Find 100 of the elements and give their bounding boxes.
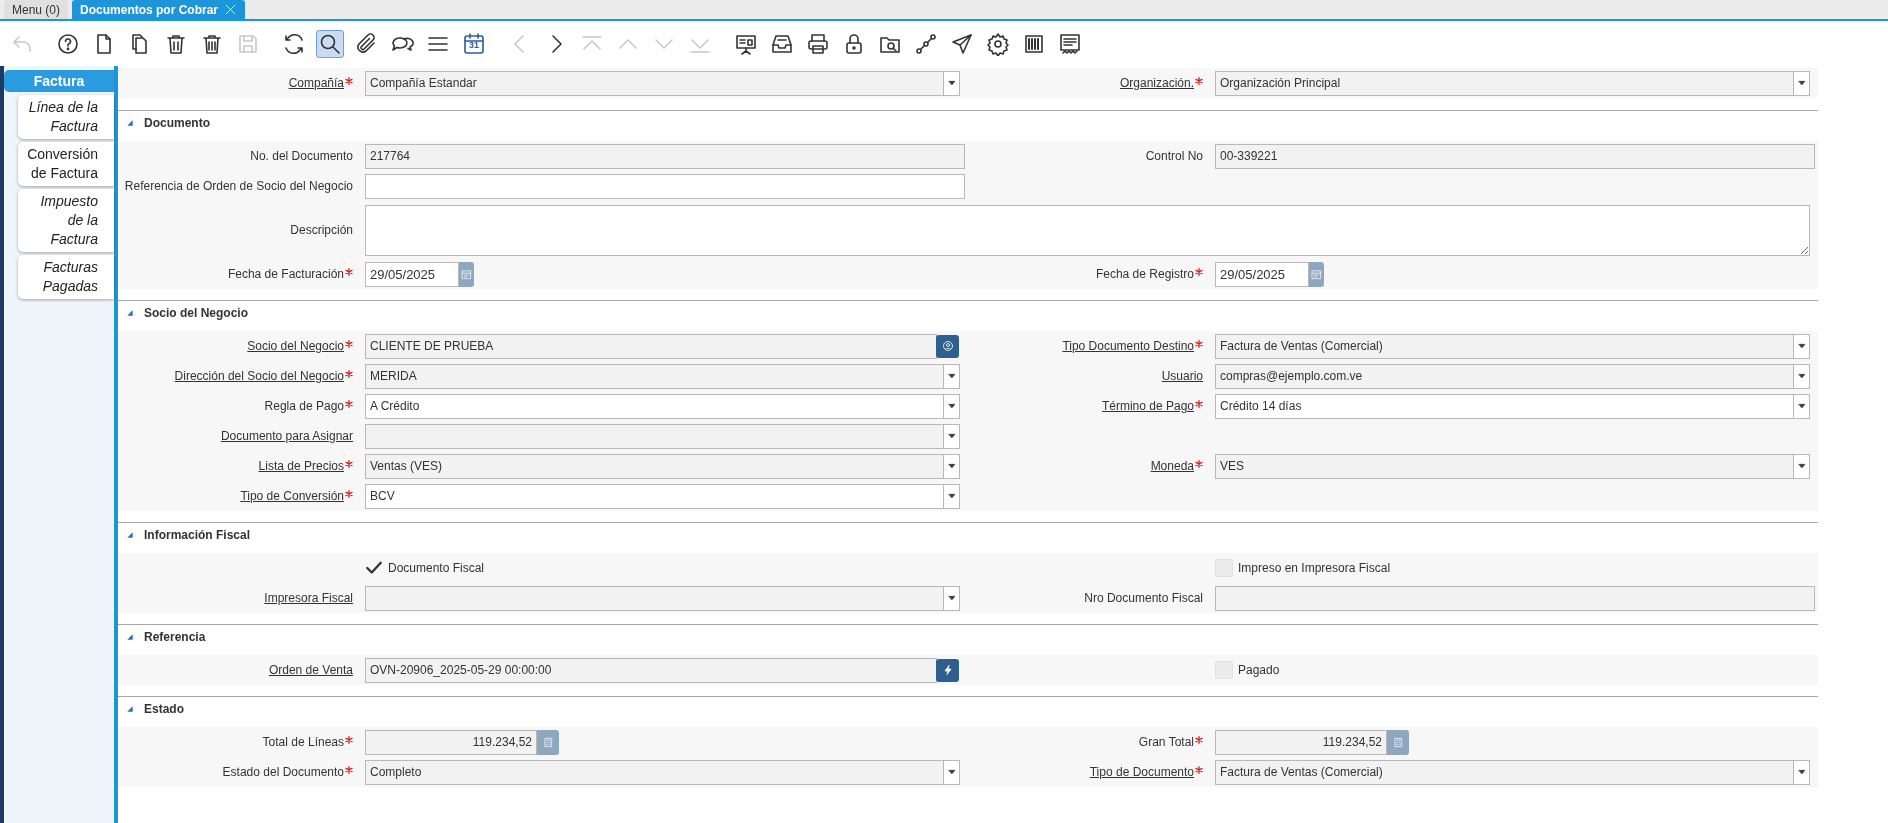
collapse-button[interactable] (126, 531, 134, 539)
calendar-icon (462, 31, 486, 56)
caret-icon (1796, 461, 1807, 471)
dropdown-field[interactable]: Factura de Ventas (Comercial) (1215, 333, 1810, 359)
caret-icon (946, 767, 957, 777)
field-label: Término de Pago (1101, 398, 1194, 415)
field-label: Documento para Asignar (220, 428, 353, 445)
text-field[interactable]: CLIENTE DE PRUEBA (365, 333, 937, 359)
field-label: Dirección del Socio del Negocio (174, 368, 344, 385)
text-field[interactable]: 217764 (365, 143, 965, 169)
caret-icon (1796, 401, 1807, 411)
field-label: Compañía (288, 75, 344, 92)
search-button[interactable] (316, 29, 344, 58)
section-title: Documento (144, 115, 210, 132)
field-label: Organización. (1119, 75, 1194, 92)
collapse-button[interactable] (126, 119, 134, 127)
dropdown-field[interactable]: MERIDA (365, 363, 960, 389)
caret-icon (946, 371, 957, 381)
field-label: Total de Líneas (262, 734, 344, 751)
dropdown-field[interactable]: VES (1215, 453, 1810, 479)
refresh-icon (282, 31, 306, 56)
lookup-button[interactable] (936, 334, 959, 358)
calculator-icon (542, 736, 554, 748)
checkbox-label: Documento Fiscal (388, 560, 485, 577)
amount-field[interactable]: 119.234,52 (365, 729, 537, 755)
dropdown-field[interactable]: Ventas (VES) (365, 453, 960, 479)
amount-field[interactable]: 119.234,52 (1215, 729, 1387, 755)
caret-icon (946, 431, 957, 441)
section-title: Socio del Negocio (144, 305, 248, 322)
text-field[interactable] (365, 173, 965, 199)
paperclip-icon (354, 31, 378, 56)
section-title: Referencia (144, 629, 206, 646)
section-title: Estado (144, 701, 184, 718)
settings-icon (986, 31, 1010, 56)
field-label: Referencia de Orden de Socio del Negocio (124, 178, 353, 195)
date-field[interactable]: 29/05/2025 (1215, 261, 1309, 287)
side-tab[interactable]: Conversión de Factura (18, 142, 114, 186)
field-label: Moneda (1150, 458, 1194, 475)
field-label: Gran Total (1138, 734, 1194, 751)
caret-icon (946, 78, 957, 88)
dropdown-field[interactable] (365, 585, 960, 611)
check-icon (365, 559, 383, 577)
field-label: Fecha de Registro (1095, 266, 1194, 283)
field-label: Socio del Negocio (247, 338, 344, 355)
calendar-icon (1311, 268, 1322, 280)
caret-icon (946, 401, 957, 411)
help-icon (56, 31, 80, 56)
caret-icon (946, 593, 957, 603)
field-label: Regla de Pago (264, 398, 344, 415)
side-tab[interactable]: Facturas Pagadas (18, 255, 114, 299)
checkbox-label: Pagado (1238, 662, 1280, 679)
side-tab[interactable]: Línea de la Factura (18, 95, 114, 139)
dropdown-field[interactable]: A Crédito (365, 393, 960, 419)
collapse-button[interactable] (126, 309, 134, 317)
person-icon (941, 340, 954, 352)
close-button[interactable] (224, 3, 238, 16)
collapse-button[interactable] (126, 705, 134, 713)
caret-icon (1796, 341, 1807, 351)
caret-icon (946, 461, 957, 471)
caret-icon (1796, 78, 1807, 88)
caret-icon (946, 491, 957, 501)
caret-icon (1796, 371, 1807, 381)
field-label: Usuario (1161, 368, 1203, 385)
field-label: Lista de Precios (258, 458, 344, 475)
field-label: Tipo de Documento (1089, 764, 1194, 781)
dropdown-field[interactable]: BCV (365, 483, 960, 509)
description-field[interactable] (365, 204, 1810, 256)
print-icon (806, 31, 830, 56)
close-icon (224, 3, 238, 16)
dropdown-field[interactable]: Completo (365, 759, 960, 785)
send-icon (950, 31, 974, 56)
zoom-button[interactable] (936, 658, 959, 682)
date-field[interactable]: 29/05/2025 (365, 261, 459, 287)
dropdown-field[interactable]: compras@ejemplo.com.ve (1215, 363, 1810, 389)
nodes-icon (914, 31, 938, 56)
receipt-icon (1058, 31, 1082, 56)
field-label: Fecha de Facturación (227, 266, 344, 283)
field-label: Estado del Documento (222, 764, 344, 781)
calendar-icon (461, 268, 472, 280)
text-field[interactable] (1215, 585, 1815, 611)
calendar-button[interactable]: 31 (460, 29, 488, 58)
text-field[interactable]: OVN-20906_2025-05-29 00:00:00 (365, 657, 937, 683)
calculator-icon (1392, 736, 1404, 748)
field-label: Impresora Fiscal (264, 590, 353, 607)
dropdown-field[interactable]: Factura de Ventas (Comercial) (1215, 759, 1810, 785)
dropdown-field[interactable]: Organización Principal (1215, 70, 1810, 96)
checkbox-label: Impreso en Impresora Fiscal (1238, 560, 1391, 577)
field-label: Orden de Venta (268, 662, 353, 679)
checkbox[interactable] (365, 559, 383, 577)
window-tab[interactable]: Menu (0) (4, 0, 69, 19)
field-label: No. del Documento (250, 148, 353, 165)
dropdown-field[interactable]: Crédito 14 días (1215, 393, 1810, 419)
dropdown-field[interactable]: Compañía Estandar (365, 70, 960, 96)
side-tab[interactable]: Impuesto de la Factura (18, 189, 114, 252)
section-title: Información Fiscal (144, 527, 251, 544)
text-field[interactable]: 00-339221 (1215, 143, 1815, 169)
dropdown-field[interactable] (365, 423, 960, 449)
field-label: Descripción (290, 222, 353, 239)
field-label: Nro Documento Fiscal (1084, 590, 1203, 607)
collapse-button[interactable] (126, 633, 134, 641)
